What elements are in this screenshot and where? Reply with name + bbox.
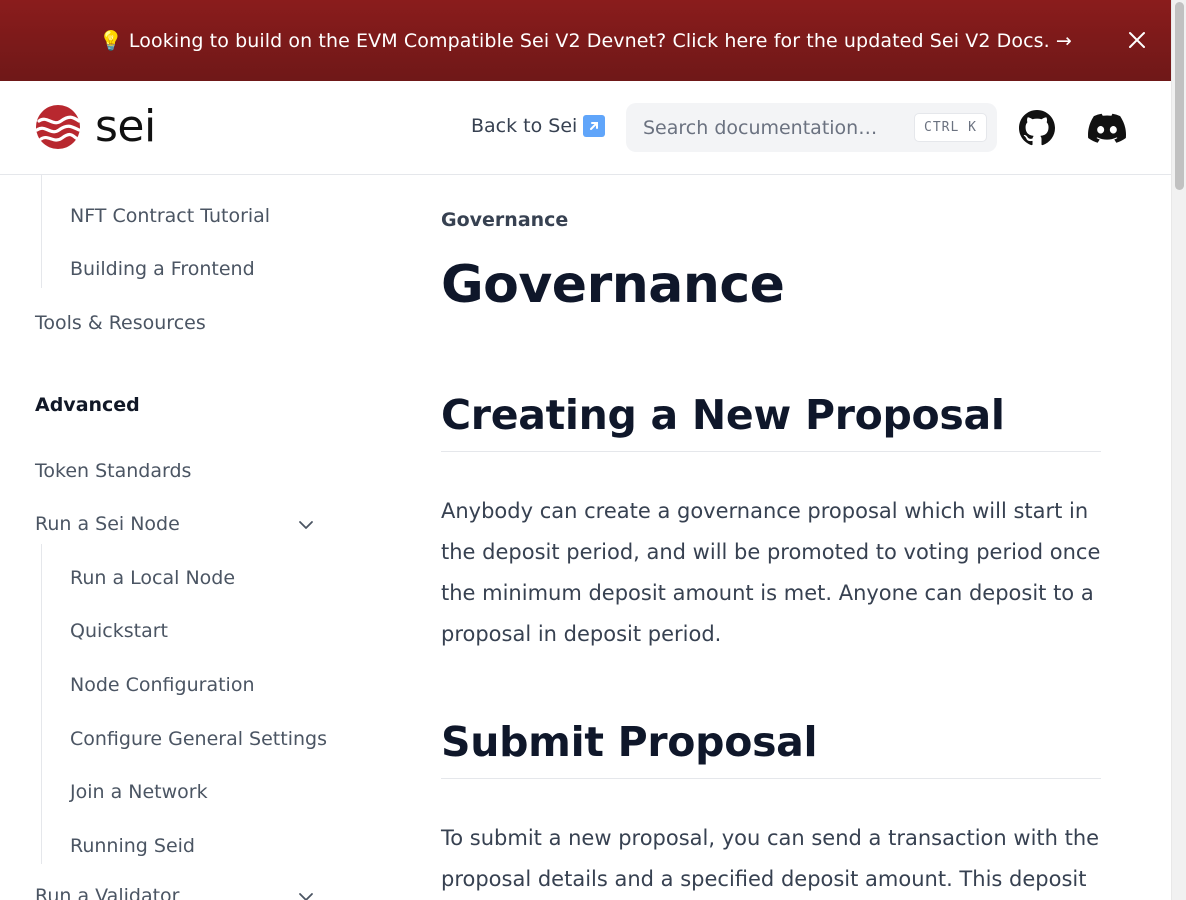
sidebar-item-token-standards[interactable]: Token Standards	[35, 460, 191, 482]
top-navbar: sei Back to Sei CTRL K	[0, 81, 1171, 175]
sidebar-item-run-a-sei-node[interactable]: Run a Sei Node	[35, 513, 180, 535]
search-box[interactable]: CTRL K	[626, 103, 997, 152]
announcement-banner[interactable]: 💡 Looking to build on the EVM Compatible…	[0, 0, 1171, 81]
sidebar-item-node-configuration[interactable]: Node Configuration	[70, 674, 254, 696]
breadcrumb[interactable]: Governance	[441, 209, 568, 231]
sidebar-item-run-a-validator[interactable]: Run a Validator	[35, 885, 179, 900]
sidebar-item-quickstart[interactable]: Quickstart	[70, 620, 168, 642]
github-icon[interactable]	[1018, 109, 1056, 147]
sidebar-item-nft-contract-tutorial[interactable]: NFT Contract Tutorial	[70, 205, 270, 227]
logo-wordmark: sei	[95, 101, 156, 152]
banner-link[interactable]: 💡 Looking to build on the EVM Compatible…	[99, 29, 1072, 52]
section-paragraph: Anybody can create a governance proposal…	[441, 499, 1101, 646]
close-icon[interactable]	[1127, 30, 1147, 50]
page-title: Governance	[441, 255, 785, 315]
section-heading-submit-proposal: Submit Proposal	[441, 718, 1101, 779]
sidebar-item-running-seid[interactable]: Running Seid	[70, 835, 195, 857]
scrollbar-thumb[interactable]	[1175, 2, 1184, 190]
chevron-down-icon[interactable]	[297, 888, 315, 900]
discord-icon[interactable]	[1088, 109, 1126, 147]
sidebar-item-run-a-local-node[interactable]: Run a Local Node	[70, 567, 235, 589]
back-link-label: Back to Sei	[471, 115, 578, 137]
sidebar-section-advanced: Advanced	[35, 394, 140, 416]
back-to-sei-link[interactable]: Back to Sei	[471, 115, 606, 137]
sidebar-item-join-a-network[interactable]: Join a Network	[70, 781, 208, 803]
page-scrollbar[interactable]	[1171, 0, 1186, 900]
search-shortcut-badge: CTRL K	[914, 113, 987, 142]
sei-logo-icon	[35, 105, 81, 149]
chevron-down-icon[interactable]	[297, 516, 315, 534]
section-heading-creating-proposal: Creating a New Proposal	[441, 391, 1101, 452]
sidebar-item-building-a-frontend[interactable]: Building a Frontend	[70, 258, 255, 280]
sidebar-nest-line	[41, 175, 42, 288]
sidebar-item-tools-resources[interactable]: Tools & Resources	[35, 312, 206, 334]
sidebar-item-configure-general-settings[interactable]: Configure General Settings	[70, 728, 327, 750]
sidebar-nest-line	[41, 544, 42, 864]
sei-logo[interactable]: sei	[35, 104, 156, 150]
docs-sidebar: NFT Contract Tutorial Building a Fronten…	[0, 175, 360, 900]
external-link-icon	[583, 115, 606, 137]
section-paragraph: To submit a new proposal, you can send a…	[441, 826, 1100, 891]
